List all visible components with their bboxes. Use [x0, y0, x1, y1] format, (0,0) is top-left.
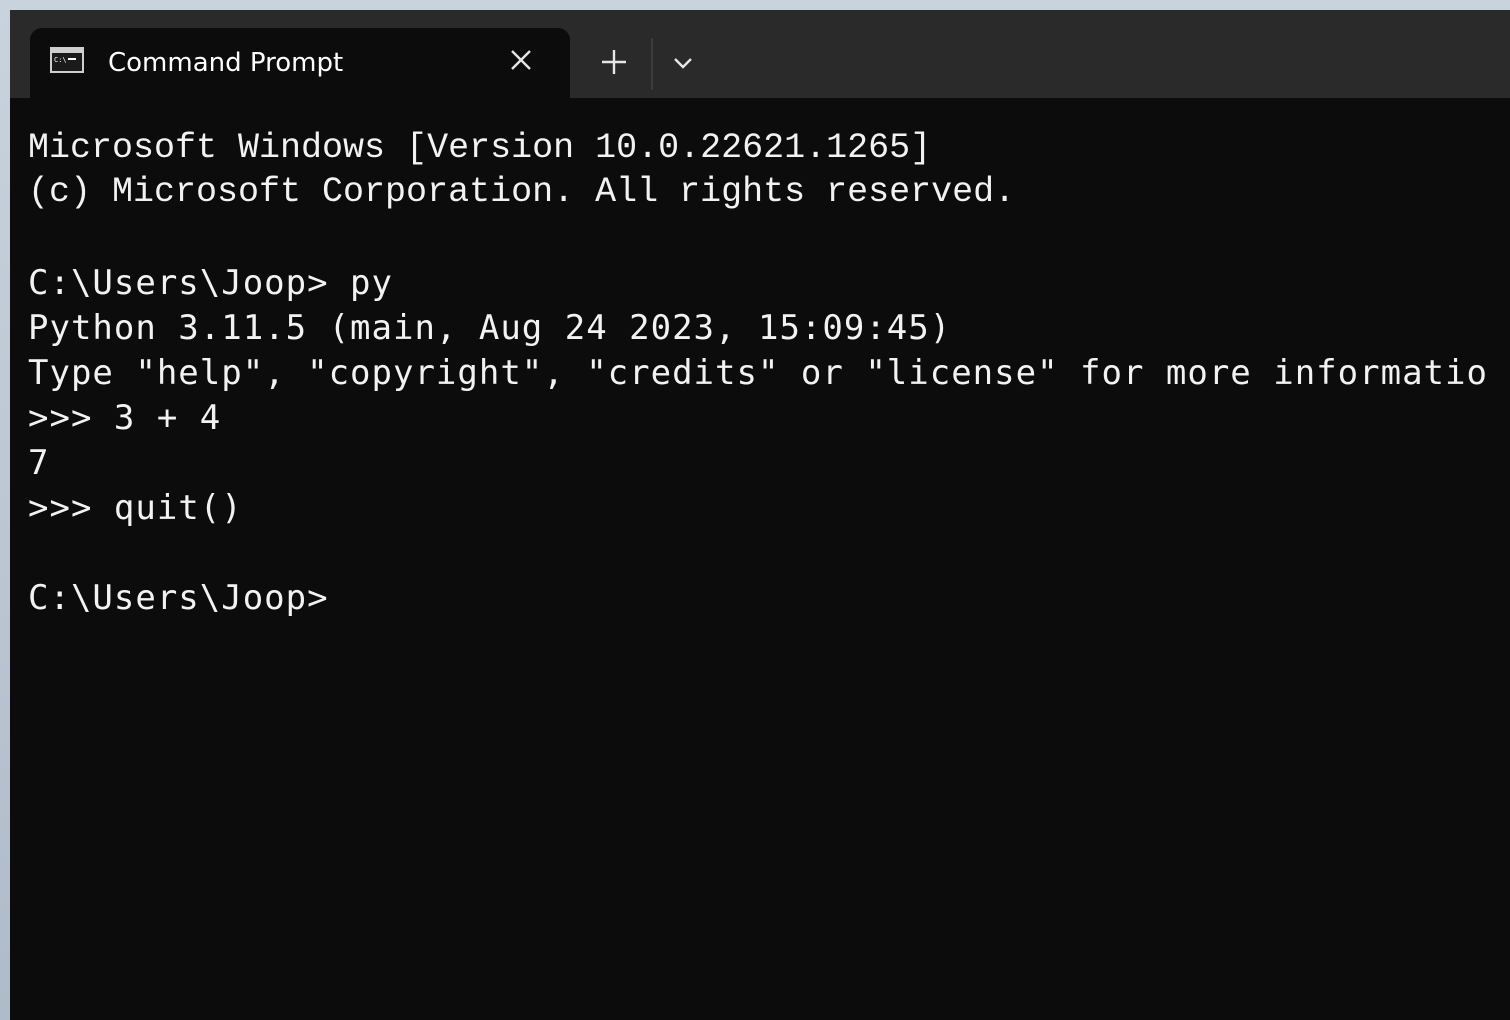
close-icon[interactable] — [506, 45, 536, 75]
terminal-line: C:\Users\Joop> py — [28, 263, 393, 303]
terminal-line: Type "help", "copyright", "credits" or "… — [28, 353, 1488, 393]
terminal-line: 7 — [28, 443, 50, 483]
cmd-icon: C:\ — [50, 47, 84, 73]
svg-text:C:\: C:\ — [54, 56, 67, 64]
tab-title: Command Prompt — [108, 48, 344, 78]
tab-divider — [651, 38, 653, 90]
terminal-line: Microsoft Windows [Version 10.0.22621.12… — [28, 128, 932, 168]
terminal-prompt: C:\Users\Joop> — [28, 578, 329, 618]
terminal-window: C:\ Command Prompt Microsoft Windows [Ve… — [10, 10, 1510, 1020]
terminal-line: (c) Microsoft Corporation. All rights re… — [28, 172, 1016, 212]
tab-command-prompt[interactable]: C:\ Command Prompt — [30, 28, 570, 98]
terminal-output[interactable]: Microsoft Windows [Version 10.0.22621.12… — [10, 98, 1510, 1020]
chevron-down-icon[interactable] — [668, 48, 698, 78]
plus-icon[interactable] — [596, 44, 632, 80]
terminal-line: >>> quit() — [28, 488, 243, 528]
terminal-line: Python 3.11.5 (main, Aug 24 2023, 15:09:… — [28, 308, 952, 348]
title-bar: C:\ Command Prompt — [10, 10, 1510, 98]
terminal-line: >>> 3 + 4 — [28, 398, 222, 438]
